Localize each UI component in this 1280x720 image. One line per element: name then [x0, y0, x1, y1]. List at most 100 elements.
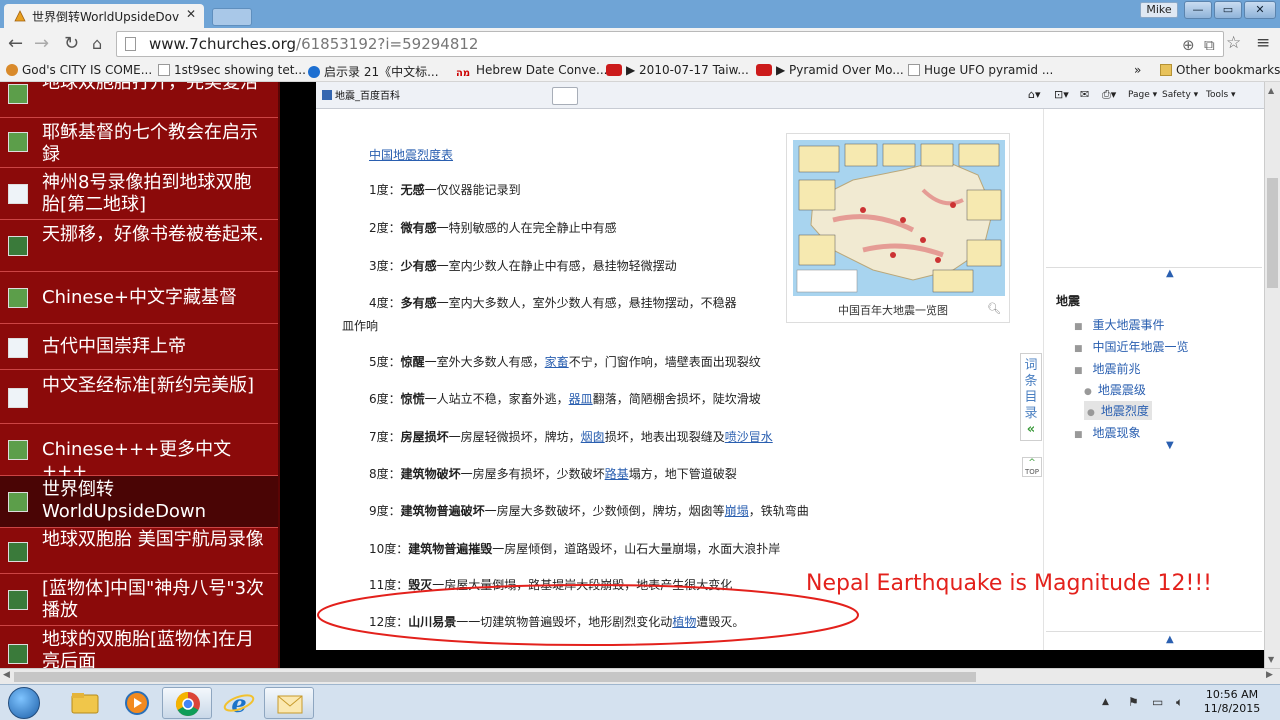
- contents-toggle-button[interactable]: 词 条 目 录 «: [1020, 353, 1042, 441]
- link-icon: [8, 492, 28, 512]
- back-icon[interactable]: ←: [8, 34, 23, 54]
- inner-tab[interactable]: 地震_百度百科: [322, 87, 512, 105]
- translate-icon[interactable]: ⧉: [1204, 36, 1215, 54]
- home-icon[interactable]: ⌂: [92, 34, 102, 54]
- article-link[interactable]: 喷沙冒水: [725, 430, 773, 444]
- browser-tab[interactable]: 世界倒转WorldUpsideDov ✕: [4, 4, 204, 28]
- start-button-icon[interactable]: [8, 687, 40, 719]
- scroll-down-icon[interactable]: ▼: [1268, 655, 1274, 664]
- print-icon[interactable]: ⎙▾: [1102, 88, 1116, 102]
- reload-icon[interactable]: ↻: [64, 34, 79, 54]
- safety-menu[interactable]: Safety ▾: [1162, 90, 1198, 100]
- bookmark-item[interactable]: 启示录 21《中文标...: [308, 63, 439, 80]
- toc-scroll-up-icon[interactable]: ▲: [1166, 634, 1174, 645]
- bookmark-item[interactable]: 1st9sec showing tet...: [158, 63, 306, 77]
- sidebar-item[interactable]: 地球的双胞胎[蓝物体]在月亮后面: [0, 626, 278, 668]
- intensity-line-continuation: 皿作响: [342, 319, 379, 333]
- horizontal-scrollbar[interactable]: ◀ ▶: [0, 668, 1280, 684]
- sidebar-item[interactable]: 中文圣经标准[新约完美版]: [0, 370, 278, 424]
- ie-taskbar-button[interactable]: e: [214, 687, 264, 719]
- explorer-taskbar-button[interactable]: [60, 687, 110, 719]
- sidebar-item[interactable]: 古代中国崇拜上帝: [0, 324, 278, 370]
- maximize-button[interactable]: ▭: [1214, 1, 1242, 19]
- clock-date: 11/8/2015: [1203, 702, 1261, 715]
- bookmark-item[interactable]: מה Hebrew Date Conve...: [456, 63, 607, 80]
- sidebar-item[interactable]: Chinese+++更多中文+++: [0, 424, 278, 482]
- bookmark-star-icon[interactable]: ☆: [1226, 33, 1241, 53]
- bookmark-item[interactable]: ▶ Pyramid Over Mo...: [756, 63, 904, 77]
- sidebar-item[interactable]: 地球双胞胎打开，完美复活: [0, 82, 278, 118]
- magnify-icon[interactable]: 🔍︎: [987, 302, 1001, 315]
- sidebar-item[interactable]: 神州8号录像拍到地球双胞胎[第二地球]: [0, 168, 278, 220]
- bookmarks-bar: God's CITY IS COME... 1st9sec showing te…: [0, 60, 1280, 82]
- minimize-button[interactable]: —: [1184, 1, 1212, 19]
- intensity-table-link[interactable]: 中国地震烈度表: [369, 146, 453, 163]
- sidebar-item[interactable]: Chinese+中文字藏基督: [0, 272, 278, 324]
- chrome-taskbar-button[interactable]: [162, 687, 212, 719]
- system-clock[interactable]: 10:56 AM 11/8/2015: [1202, 688, 1262, 716]
- user-profile-button[interactable]: Mike: [1140, 2, 1178, 18]
- article-link[interactable]: 家畜: [545, 355, 569, 369]
- tab-close-icon[interactable]: ✕: [186, 7, 196, 21]
- mail-icon[interactable]: ✉: [1080, 88, 1089, 101]
- horizontal-scrollbar-thumb[interactable]: [14, 672, 976, 682]
- page-icon: [125, 37, 136, 51]
- toc-item[interactable]: ■ 地震现象: [1074, 424, 1141, 441]
- tools-menu[interactable]: Tools ▾: [1206, 90, 1236, 100]
- forward-icon[interactable]: →: [34, 34, 49, 54]
- article-toc: ▲ 地震 ■ 重大地震事件 ■ 中国近年地震一览 ■ 地震前兆 ● 地震震级 ● 地震烈度…: [1046, 267, 1262, 451]
- feeds-icon[interactable]: ⊡▾: [1054, 88, 1069, 101]
- inner-browser-bar: 地震_百度百科 ⌂▾ ⊡▾ ✉ ⎙▾ Page ▾ Safety ▾ Tools…: [316, 82, 1264, 109]
- svg-text:e: e: [231, 689, 246, 718]
- article-link[interactable]: 器皿: [569, 392, 593, 406]
- volume-icon[interactable]: 🔈︎: [1176, 695, 1183, 710]
- toc-item[interactable]: ■ 地震前兆: [1074, 360, 1141, 377]
- scrollbar-thumb[interactable]: [1267, 178, 1278, 288]
- article-link[interactable]: 崩塌: [725, 504, 749, 518]
- sidebar-item[interactable]: 地球双胞胎 美国宇航局录像: [0, 528, 278, 574]
- inner-new-tab-button[interactable]: [552, 87, 578, 105]
- sidebar-item-active[interactable]: 世界倒转 WorldUpsideDown: [0, 476, 278, 528]
- toc-scroll-up-icon[interactable]: ▲: [1166, 268, 1174, 279]
- sidebar-item[interactable]: 天挪移，好像书卷被卷起来.: [0, 220, 278, 272]
- new-tab-button[interactable]: [212, 8, 252, 26]
- scroll-right-icon[interactable]: ▶: [1266, 670, 1273, 680]
- map-figure[interactable]: 中国百年大地震一览图 🔍︎: [786, 133, 1010, 323]
- other-bookmarks-folder[interactable]: Other bookmarks: [1160, 63, 1280, 77]
- media-player-taskbar-button[interactable]: [112, 687, 162, 719]
- close-window-button[interactable]: ✕: [1244, 1, 1276, 19]
- sidebar-item[interactable]: [蓝物体]中国"神舟八号"3次播放: [0, 574, 278, 626]
- article-link[interactable]: 烟囱: [581, 430, 605, 444]
- map-caption: 中国百年大地震一览图: [838, 304, 948, 317]
- highlight-ellipse: [317, 584, 859, 646]
- back-to-top-button[interactable]: ^ TOP: [1022, 457, 1042, 477]
- intensity-line: 5度：惊醒一室外大多数人有感，家畜不宁，门窗作响，墙壁表面出现裂纹: [369, 355, 761, 369]
- tray-overflow-icon[interactable]: ▲: [1102, 697, 1109, 707]
- toc-item[interactable]: ■ 重大地震事件: [1074, 316, 1165, 333]
- link-icon: [8, 84, 28, 104]
- toc-subitem-selected[interactable]: ● 地震烈度: [1084, 401, 1152, 420]
- bookmark-item[interactable]: Huge UFO pyramid ...: [908, 63, 1053, 77]
- youtube-icon: [756, 64, 772, 76]
- menu-icon[interactable]: ≡: [1256, 33, 1270, 53]
- home-icon[interactable]: ⌂▾: [1028, 88, 1041, 101]
- toc-subitem[interactable]: ● 地震震级: [1084, 381, 1146, 398]
- mail-taskbar-button[interactable]: [264, 687, 314, 719]
- clock-time: 10:56 AM: [1205, 688, 1259, 701]
- page-menu[interactable]: Page ▾: [1128, 90, 1157, 100]
- vertical-scrollbar[interactable]: ▲ ▼: [1264, 82, 1280, 668]
- up-arrow-icon: ^: [1028, 458, 1036, 468]
- action-center-icon[interactable]: ⚑: [1128, 695, 1139, 709]
- article-link[interactable]: 路基: [605, 467, 629, 481]
- bookmarks-overflow-button[interactable]: »: [1134, 63, 1141, 77]
- bookmark-item[interactable]: God's CITY IS COME...: [6, 63, 152, 77]
- sidebar-item[interactable]: 耶稣基督的七个教会在启示録: [0, 118, 278, 168]
- scroll-up-icon[interactable]: ▲: [1268, 86, 1274, 95]
- scroll-left-icon[interactable]: ◀: [3, 670, 10, 680]
- network-icon[interactable]: ▭: [1152, 695, 1163, 709]
- toc-scroll-down-icon[interactable]: ▼: [1166, 440, 1174, 451]
- bookmark-item[interactable]: ▶ 2010-07-17 Taiw...: [606, 63, 749, 77]
- toc-item[interactable]: ■ 中国近年地震一览: [1074, 338, 1189, 355]
- address-bar[interactable]: www.7churches.org/61853192?i=59294812: [116, 31, 1224, 57]
- zoom-icon[interactable]: ⊕: [1182, 36, 1195, 54]
